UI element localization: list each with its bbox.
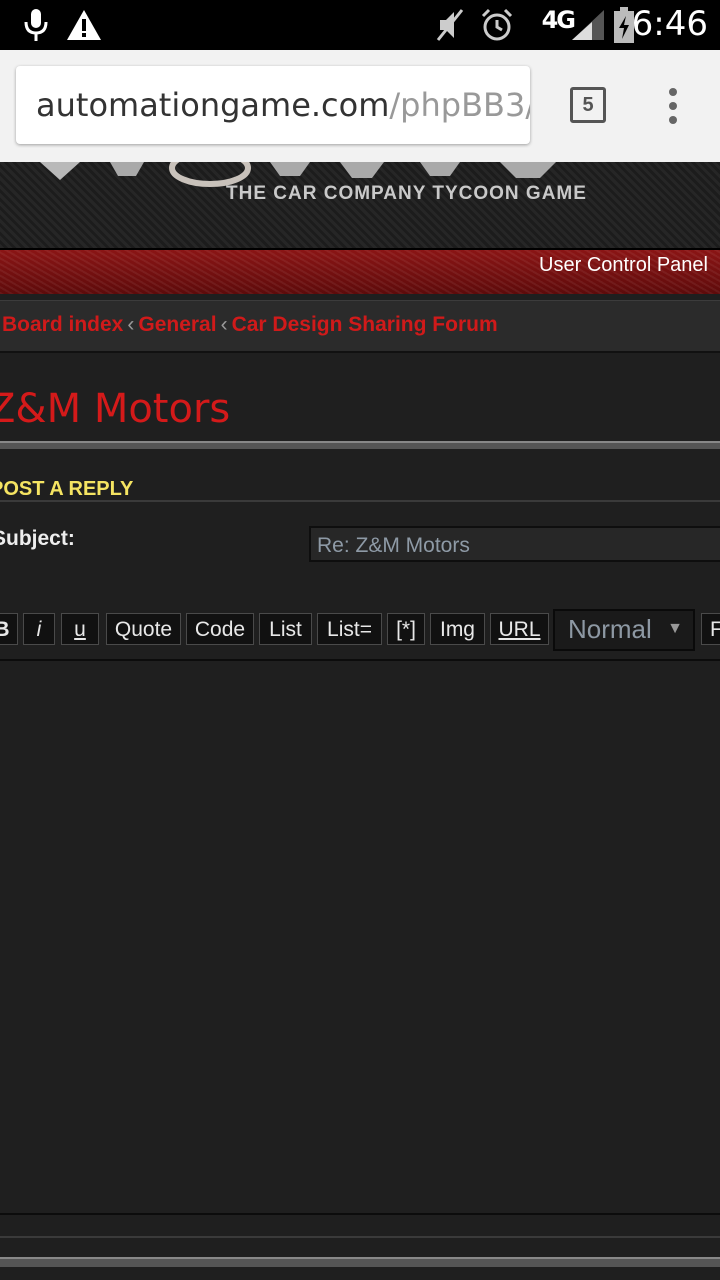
divider <box>0 1236 720 1238</box>
message-textarea[interactable] <box>0 659 720 1215</box>
ordered-list-button[interactable]: List= <box>317 613 382 645</box>
breadcrumb-car-design-sharing-forum[interactable]: Car Design Sharing Forum <box>232 313 498 336</box>
url-text[interactable]: automationgame.com/phpBB3/ <box>36 86 530 124</box>
url-path: /phpBB3/ <box>389 86 530 124</box>
divider <box>0 1257 720 1267</box>
address-bar[interactable]: automationgame.com/phpBB3/ <box>16 66 530 144</box>
divider <box>0 500 720 502</box>
site-banner[interactable]: THE CAR COMPANY TYCOON GAME <box>0 162 720 248</box>
list-item-button[interactable]: [*] <box>387 613 425 645</box>
chevron-down-icon: ▼ <box>667 620 683 637</box>
breadcrumb-separator: ‹ <box>220 313 228 336</box>
overflow-menu-icon[interactable] <box>658 86 688 126</box>
list-button[interactable]: List <box>259 613 312 645</box>
breadcrumb-general[interactable]: General <box>138 313 216 336</box>
subject-input[interactable]: Re: Z&M Motors <box>309 526 720 562</box>
user-control-panel-link[interactable]: User Control Panel <box>539 254 708 277</box>
signal-icon <box>572 10 604 40</box>
topic-title[interactable]: Z&M Motors <box>0 386 230 432</box>
code-button[interactable]: Code <box>186 613 254 645</box>
breadcrumb-board-index[interactable]: Board index <box>2 313 123 336</box>
microphone-icon <box>24 9 48 41</box>
font-size-select[interactable]: Normal ▼ <box>553 609 695 651</box>
font-color-button[interactable]: F <box>701 613 720 645</box>
subject-label: Subject: <box>0 527 75 550</box>
post-reply-heading: POST A REPLY <box>0 478 134 500</box>
font-size-value: Normal <box>568 614 652 644</box>
breadcrumb-bar: Board index ‹ General ‹ Car Design Sharing F… <box>0 300 720 353</box>
bold-button[interactable]: B <box>0 613 18 645</box>
warning-icon <box>67 10 101 40</box>
alarm-icon <box>481 8 513 41</box>
tab-switcher-button[interactable]: 5 <box>570 87 606 123</box>
mute-icon <box>436 9 464 41</box>
divider <box>0 441 720 449</box>
breadcrumb-separator: ‹ <box>127 313 135 336</box>
underline-button[interactable]: u <box>61 613 99 645</box>
breadcrumb: Board index ‹ General ‹ Car Design Sharing F… <box>2 313 498 337</box>
site-tagline: THE CAR COMPANY TYCOON GAME <box>226 183 587 204</box>
nav-bar: User Control Panel <box>0 248 720 294</box>
status-clock: 6:46 <box>631 4 708 44</box>
url-domain: automationgame.com <box>36 86 390 124</box>
italic-button[interactable]: i <box>23 613 55 645</box>
img-button[interactable]: Img <box>430 613 485 645</box>
browser-toolbar: automationgame.com/phpBB3/ 5 <box>0 50 720 162</box>
url-button[interactable]: URL <box>490 613 549 645</box>
quote-button[interactable]: Quote <box>106 613 181 645</box>
status-bar: 4G 6:46 <box>0 0 720 50</box>
